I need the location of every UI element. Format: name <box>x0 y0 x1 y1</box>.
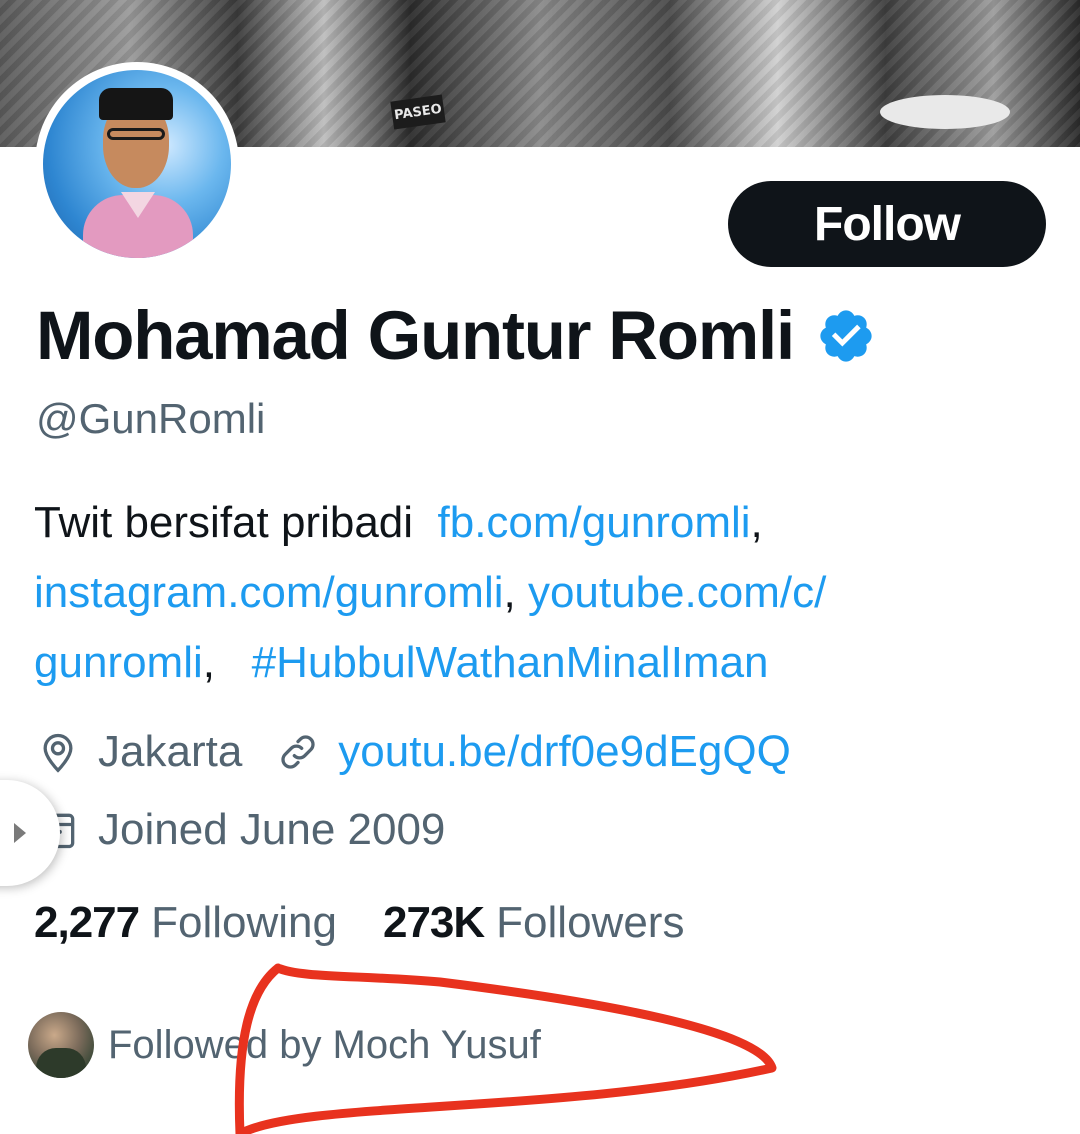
display-name: Mohamad Guntur Romli <box>36 297 795 374</box>
followers-stat[interactable]: 273K Followers <box>383 898 684 948</box>
profile-meta-joined: Joined June 2009 <box>36 800 445 860</box>
expand-arrow-icon <box>14 823 26 843</box>
followed-by-text: Followed by Moch Yusuf <box>108 1022 541 1067</box>
side-drawer-tab[interactable] <box>0 780 60 886</box>
bio-hashtag[interactable]: #HubbulWathanMinalIman <box>252 638 769 687</box>
profile-bio: Twit bersifat pribadi fb.com/gunromli, i… <box>34 498 827 687</box>
bio-link-facebook[interactable]: fb.com/gunromli <box>438 498 751 547</box>
profile-stats: 2,277 Following 273K Followers <box>34 898 684 948</box>
followers-count: 273K <box>382 898 485 947</box>
bio-link-youtube-part2: gunromli <box>34 638 203 687</box>
verified-badge-icon <box>820 309 872 362</box>
following-stat[interactable]: 2,277 Following <box>34 898 337 948</box>
follower-avatar <box>28 1012 94 1078</box>
location-text: Jakarta <box>98 727 243 776</box>
avatar-cap <box>99 88 173 120</box>
followers-label: Followers <box>496 898 685 947</box>
link-icon <box>281 735 315 769</box>
following-label: Following <box>151 898 337 947</box>
profile-meta-location-url: Jakarta youtu.be/drf0e9dEgQQ <box>36 722 791 782</box>
location-pin-icon <box>43 733 73 773</box>
avatar-glasses <box>107 128 165 140</box>
follow-button[interactable]: Follow <box>728 181 1046 267</box>
bio-link-youtube-part1: youtube.com/c/ <box>527 568 827 617</box>
bio-text: Twit bersifat pribadi <box>34 498 414 547</box>
joined-date: Joined June 2009 <box>98 805 446 854</box>
avatar-image <box>43 70 231 258</box>
profile-url-link[interactable]: youtu.be/drf0e9dEgQQ <box>338 727 791 777</box>
profile-name-row: Mohamad Guntur Romli <box>36 296 876 375</box>
profile-handle: @GunRomli <box>36 395 266 442</box>
bio-link-instagram[interactable]: instagram.com/gunromli <box>34 568 504 617</box>
profile-avatar[interactable] <box>35 62 239 266</box>
followed-by-row[interactable]: Followed by Moch Yusuf <box>28 1012 541 1078</box>
following-count: 2,277 <box>34 898 140 947</box>
banner-plate <box>880 95 1010 129</box>
